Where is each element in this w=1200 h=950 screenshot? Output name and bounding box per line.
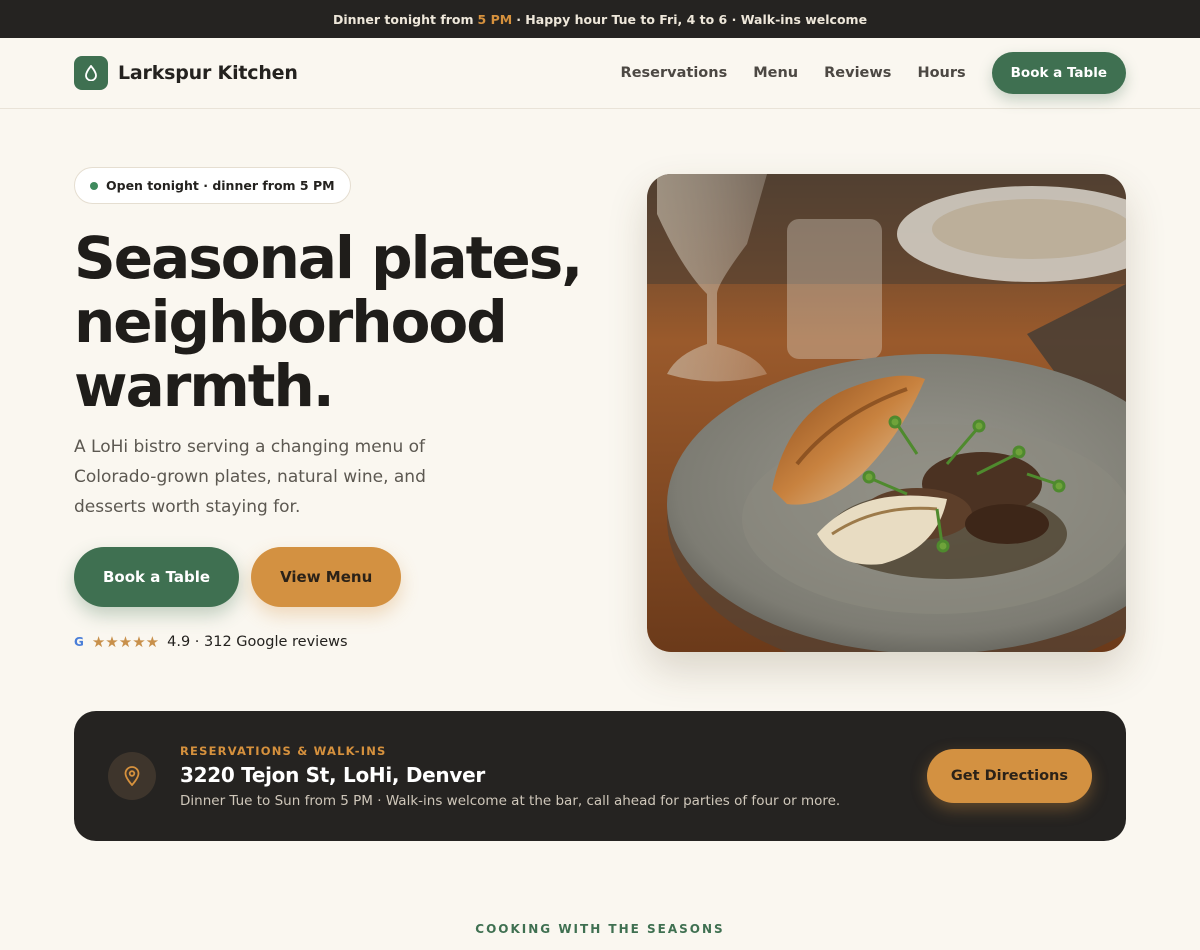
drop-icon <box>74 56 108 90</box>
open-status-badge: Open tonight · dinner from 5 PM <box>74 167 351 204</box>
star-rating-icon: ★★★★★ <box>91 633 160 651</box>
hero-title-line-2: neighborhood <box>74 288 508 356</box>
nav-hours[interactable]: Hours <box>917 65 965 81</box>
announcement-time: 5 PM <box>477 11 513 27</box>
hero-description: A LoHi bistro serving a changing menu of… <box>74 437 426 517</box>
reservations-eyebrow: RESERVATIONS & WALK-INS <box>180 743 387 758</box>
announcement-suffix: · Happy hour Tue to Fri, 4 to 6 · Walk-i… <box>516 11 868 27</box>
hours-note: Dinner Tue to Sun from 5 PM · Walk-ins w… <box>180 792 841 809</box>
view-menu-button[interactable]: View Menu <box>251 547 402 607</box>
brand-logo-link[interactable]: Larkspur Kitchen <box>74 56 298 90</box>
nav-reservations[interactable]: Reservations <box>621 65 728 81</box>
announcement-prefix: Dinner tonight from <box>332 11 474 27</box>
nav-reviews[interactable]: Reviews <box>824 65 891 81</box>
google-rating[interactable]: G ★★★★★ 4.9 · 312 Google reviews <box>74 633 594 651</box>
hero-actions: Book a Table View Menu <box>74 547 594 607</box>
reservations-info: RESERVATIONS & WALK-INS 3220 Tejon St, L… <box>180 744 927 809</box>
hero-title-line-1: Seasonal plates, <box>74 224 583 292</box>
map-pin-icon <box>108 752 156 800</box>
main-nav: Reservations Menu Reviews Hours Book a T… <box>621 52 1126 94</box>
announcement-bar: Dinner tonight from 5 PM · Happy hour Tu… <box>0 0 1200 38</box>
hero-title-line-3: warmth. <box>74 352 335 420</box>
hero-food-image <box>647 174 1126 652</box>
hero-title: Seasonal plates, neighborhood warmth. <box>74 226 594 418</box>
nav-menu[interactable]: Menu <box>753 65 798 81</box>
header-book-table-button[interactable]: Book a Table <box>991 52 1126 94</box>
hero-content: Open tonight · dinner from 5 PM Seasonal… <box>74 167 594 651</box>
open-status-text: Open tonight · dinner from 5 PM <box>106 178 335 193</box>
rating-text: 4.9 · 312 Google reviews <box>167 634 348 650</box>
status-dot-icon <box>90 181 98 190</box>
address-title: 3220 Tejon St, LoHi, Denver <box>180 762 485 787</box>
seasons-section-eyebrow: COOKING WITH THE SEASONS <box>475 922 725 936</box>
site-header: Larkspur Kitchen Reservations Menu Revie… <box>0 38 1200 109</box>
brand-name: Larkspur Kitchen <box>118 62 298 84</box>
reservations-card: RESERVATIONS & WALK-INS 3220 Tejon St, L… <box>74 711 1126 841</box>
book-table-button[interactable]: Book a Table <box>74 547 240 607</box>
google-icon: G <box>74 635 84 649</box>
get-directions-button[interactable]: Get Directions <box>926 749 1092 803</box>
